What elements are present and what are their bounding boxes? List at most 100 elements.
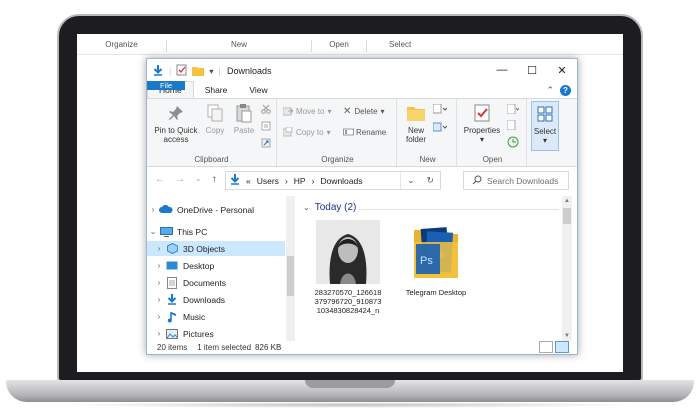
tree-expand-icon[interactable]: › (153, 278, 165, 287)
cut-icon[interactable] (261, 104, 271, 116)
group-collapse-icon[interactable]: ⌄ (303, 203, 310, 212)
tree-item-music[interactable]: › Music (147, 309, 285, 324)
tree-item-this-pc[interactable]: ⌄ This PC (147, 224, 285, 239)
download-icon (165, 294, 179, 305)
bg-group-new: New (167, 40, 312, 52)
forward-arrow-icon[interactable]: → (175, 174, 185, 185)
recent-locations-icon[interactable]: ⌄ (195, 174, 202, 185)
tree-expand-icon[interactable]: › (153, 312, 165, 321)
cube-icon (165, 243, 179, 254)
move-to-button[interactable]: Move to ▾ (282, 106, 332, 116)
svg-text:Ps: Ps (420, 255, 433, 267)
content-scroll-thumb[interactable] (563, 208, 571, 224)
tree-item-onedrive[interactable]: › OneDrive - Personal (147, 202, 285, 217)
back-arrow-icon[interactable]: ← (155, 174, 165, 185)
edit-icon[interactable] (506, 119, 519, 132)
tree-label: Downloads (183, 294, 226, 305)
nav-pane-scroll-thumb[interactable] (287, 256, 294, 296)
properties-check-icon[interactable] (176, 64, 187, 78)
minimize-button[interactable]: — (487, 59, 517, 81)
rename-button[interactable]: Rename (343, 127, 386, 137)
tree-item-documents[interactable]: › Documents (147, 275, 285, 290)
crumb-separator-1[interactable]: › (285, 176, 288, 186)
organize-group-label: Organize (321, 155, 354, 164)
copy-button[interactable]: Copy (203, 103, 227, 135)
select-dropdown-icon: ▾ (542, 136, 547, 145)
status-selection: 1 item selected (197, 343, 252, 352)
tree-item-3d-objects[interactable]: › 3D Objects (147, 241, 285, 256)
open-icon[interactable] (506, 103, 520, 116)
tab-share[interactable]: Share (194, 81, 239, 99)
refresh-icon[interactable]: ↻ (427, 175, 434, 186)
crumb-separator-2[interactable]: › (312, 176, 315, 186)
tree-expand-icon[interactable]: › (153, 295, 165, 304)
clipboard-group: Pin to Quick access Copy Paste Clipboard (147, 99, 277, 167)
tree-collapse-icon[interactable]: ⌄ (147, 227, 159, 236)
status-item-count: 20 items (157, 343, 188, 352)
tab-file[interactable]: File (147, 81, 186, 90)
nav-pane-scrollbar[interactable] (286, 196, 295, 341)
status-bar: 20 items 1 item selected 826 KB (147, 340, 577, 354)
file-item-image[interactable]: 283270570_126618379796720_91087310348308… (313, 220, 383, 315)
scroll-down-icon[interactable]: ▼ (564, 333, 570, 339)
select-group: Select ▾ (529, 99, 563, 167)
crumb-users[interactable]: Users (257, 176, 279, 186)
qat-dropdown-icon[interactable]: ▾ (209, 67, 213, 76)
paste-shortcut-icon[interactable] (261, 138, 271, 150)
properties-button[interactable]: Properties ▾ (461, 103, 503, 144)
status-size: 826 KB (255, 343, 282, 352)
address-dropdown-icon[interactable]: ⌄ (407, 175, 414, 186)
file-item-telegram-folder[interactable]: Ps Ps Telegram Desktop (401, 220, 471, 297)
tree-item-pictures[interactable]: › Pictures (147, 326, 285, 341)
tree-item-downloads[interactable]: › Downloads (147, 292, 285, 307)
crumb-hp[interactable]: HP (294, 176, 306, 186)
close-button[interactable]: ✕ (547, 59, 577, 81)
tree-expand-icon[interactable]: › (153, 329, 165, 338)
tree-expand-icon[interactable]: › (153, 244, 165, 253)
copy-to-icon (282, 126, 293, 137)
address-overflow[interactable]: « (246, 176, 251, 186)
delete-button[interactable]: ✕ Delete ▾ (343, 106, 385, 117)
new-folder-button[interactable]: New folder (403, 103, 429, 144)
tree-label: This PC (177, 226, 208, 237)
music-icon (165, 311, 179, 322)
maximize-button[interactable]: ☐ (517, 59, 547, 81)
help-icon[interactable]: ? (560, 84, 571, 96)
address-bar[interactable]: « Users › HP › Downloads ⌄ ↻ (225, 171, 441, 190)
new-folder-small-icon[interactable] (192, 65, 205, 78)
up-arrow-icon[interactable]: ↑ (212, 174, 217, 185)
tab-view[interactable]: View (238, 81, 278, 99)
select-button[interactable]: Select ▾ (531, 101, 559, 151)
new-item-icon[interactable] (432, 103, 448, 116)
pin-label-line1: Pin to Quick (154, 126, 198, 135)
pin-to-quick-access-button[interactable]: Pin to Quick access (151, 103, 201, 144)
desktop-icon (165, 260, 179, 271)
search-box[interactable]: Search Downloads (463, 171, 569, 190)
tree-expand-icon[interactable]: › (147, 205, 159, 214)
rename-icon (343, 127, 354, 137)
copy-to-dropdown-icon: ▾ (326, 127, 331, 137)
easy-access-icon[interactable] (432, 122, 448, 134)
move-to-dropdown-icon: ▾ (327, 106, 332, 116)
download-arrow-icon[interactable] (152, 64, 164, 78)
copy-path-icon[interactable] (261, 121, 271, 133)
move-to-label: Move to (296, 106, 325, 116)
nav-arrows: ← → ⌄ ↑ (155, 174, 217, 185)
group-divider (359, 209, 559, 210)
details-view-icon[interactable] (539, 341, 553, 353)
collapse-ribbon-icon[interactable]: ⌃ (546, 85, 554, 96)
scroll-up-icon[interactable]: ▲ (564, 198, 570, 204)
large-icons-view-icon[interactable] (555, 341, 569, 353)
history-icon[interactable] (507, 136, 519, 150)
tree-item-desktop[interactable]: › Desktop (147, 258, 285, 273)
content-scrollbar[interactable]: ▲ ▼ (562, 196, 572, 341)
tree-expand-icon[interactable]: › (153, 261, 165, 270)
paste-button[interactable]: Paste (231, 103, 257, 135)
select-all-icon (535, 104, 555, 124)
crumb-downloads[interactable]: Downloads (320, 176, 362, 186)
address-download-icon (230, 174, 240, 187)
copy-to-button[interactable]: Copy to ▾ (282, 126, 331, 137)
image-thumbnail (316, 220, 380, 284)
group-header-today[interactable]: ⌄ Today (2) (303, 202, 356, 213)
computer-icon (159, 226, 173, 237)
